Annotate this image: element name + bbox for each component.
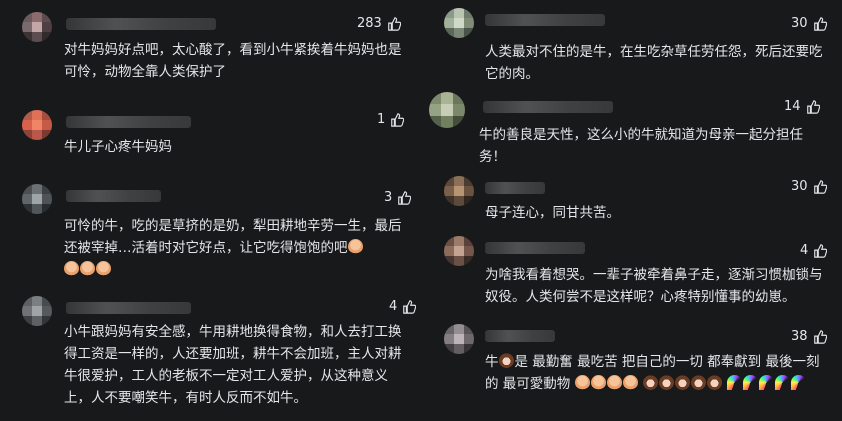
like-count[interactable]: 283 [357,16,401,31]
rainbow-emoji-icon [759,375,775,390]
username[interactable] [66,116,191,128]
comment-text: 可怜的牛，吃的是草挤的是奶，犁田耕地辛劳一生，最后还被宰掉…活着时对它好点，让它… [64,215,409,281]
thumbs-up-icon[interactable] [813,16,827,31]
like-count[interactable]: 38 [791,329,827,344]
folded-hands-emoji-icon [347,239,363,254]
folded-hands-emoji-icon [574,375,590,390]
folded-hands-emoji-icon [80,261,95,276]
folded-hands-emoji-icon [96,261,111,276]
avatar[interactable] [444,8,474,38]
comment-text: 人类最对不住的是牛，在生吃杂草任劳任怨，死后还要吃它的肉。 [485,44,823,82]
cow-face-emoji-icon [642,375,658,390]
avatar[interactable] [22,12,52,42]
username[interactable] [485,330,555,342]
rainbow-emoji-icon [743,375,759,390]
cow-face-emoji-icon [706,375,722,390]
like-count[interactable]: 14 [784,99,820,114]
avatar[interactable] [444,236,474,266]
comment-text: 牛是 最勤奮 最吃苦 把自己的一切 都奉獻到 最後一刻的 最可愛動物 [485,353,820,392]
rainbow-emoji-icon [775,375,791,390]
rainbow-emoji-icon [727,375,743,390]
thumbs-up-icon[interactable] [387,16,401,31]
cow-face-emoji-icon [498,353,514,368]
comment-text: 为啥我看着想哭。一辈子被牵着鼻子走，逐渐习惯枷锁与奴役。人类何尝不是这样呢？心疼… [485,267,823,305]
avatar[interactable] [22,110,52,140]
avatar[interactable] [444,176,474,206]
comment-text: 对牛妈妈好点吧，太心酸了，看到小牛紧挨着牛妈妈也是可怜，动物全靠人类保护了 [64,42,402,80]
username[interactable] [483,101,613,113]
thumbs-up-icon[interactable] [390,112,405,127]
thumbs-up-icon[interactable] [813,243,828,258]
username[interactable] [66,18,216,30]
comment-text: 母子连心，同甘共苦。 [485,205,620,221]
like-count[interactable]: 30 [791,16,827,31]
like-count[interactable]: 3 [384,190,412,205]
right-comment-column: 30 人类最对不住的是牛，在生吃杂草任劳任怨，死后还要吃它的肉。 14 牛的善良… [421,0,842,421]
avatar[interactable] [22,184,52,214]
avatar[interactable] [22,296,52,326]
avatar[interactable] [429,92,465,128]
like-count[interactable]: 30 [791,179,827,194]
thumbs-up-icon[interactable] [813,179,827,194]
cow-face-emoji-icon [690,375,706,390]
like-count[interactable]: 4 [389,299,417,314]
thumbs-up-icon[interactable] [397,190,412,205]
username[interactable] [485,182,545,194]
username[interactable] [66,190,161,202]
thumbs-up-icon[interactable] [402,299,417,314]
cow-face-emoji-icon [674,375,690,390]
like-count[interactable]: 1 [377,112,405,127]
username[interactable] [66,302,191,314]
folded-hands-emoji-icon [590,375,606,390]
comment-text: 牛的善良是天性，这么小的牛就知道为母亲一起分担任务！ [479,127,803,165]
thumbs-up-icon[interactable] [813,329,827,344]
folded-hands-emoji-icon [606,375,622,390]
avatar[interactable] [444,324,474,354]
cow-face-emoji-icon [658,375,674,390]
thumbs-up-icon[interactable] [806,99,820,114]
comment-text: 小牛跟妈妈有安全感，牛用耕地换得食物，和人去打工换得工资是一样的，人还要加班，耕… [64,324,402,406]
username[interactable] [485,242,585,254]
comment-text: 牛儿子心疼牛妈妈 [64,139,172,155]
left-comment-column: 283 对牛妈妈好点吧，太心酸了，看到小牛紧挨着牛妈妈也是可怜，动物全靠人类保护… [0,0,421,421]
like-count[interactable]: 4 [800,243,828,258]
rainbow-emoji-icon [791,375,807,390]
username[interactable] [485,14,605,26]
folded-hands-emoji-icon [622,375,638,390]
folded-hands-emoji-icon [64,261,79,276]
